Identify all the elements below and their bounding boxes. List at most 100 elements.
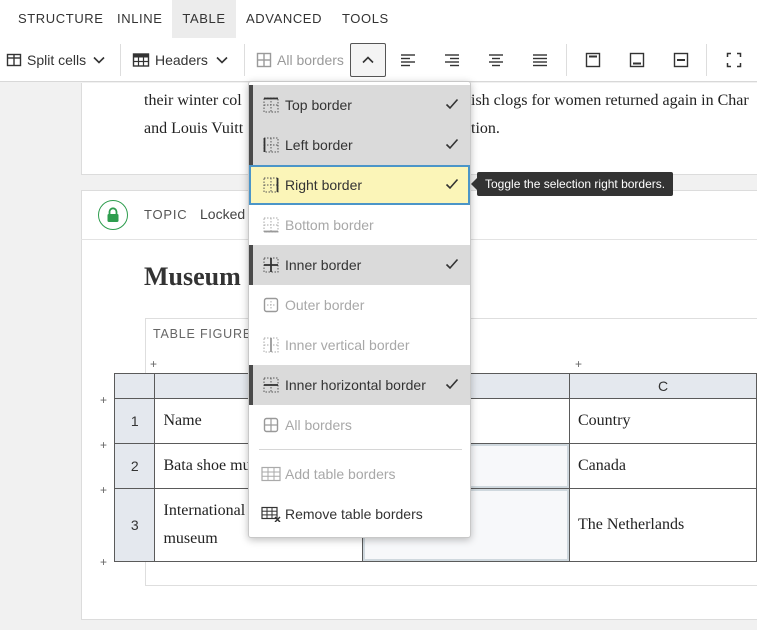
headers-button[interactable]: Headers (132, 43, 228, 77)
insert-row-marker[interactable]: + (100, 438, 107, 452)
table-headers-icon (132, 53, 150, 67)
menu-item-right-border[interactable]: Right border (249, 165, 470, 205)
tab-advanced[interactable]: ADVANCED (238, 0, 330, 38)
paragraph-line: their winter col (144, 92, 242, 109)
right-border-icon (263, 177, 279, 193)
row-header[interactable]: 2 (113, 443, 156, 489)
menu-item-label: Add table borders (285, 466, 396, 482)
menu-divider (259, 449, 462, 450)
chevron-down-icon (93, 56, 105, 64)
fullscreen-icon (726, 52, 742, 68)
menu-item-inner-border[interactable]: Inner border (249, 245, 470, 285)
menu-item-label: Outer border (285, 297, 365, 313)
valign-top-icon (585, 52, 601, 68)
insert-row-marker[interactable]: + (100, 393, 107, 407)
menu-item-label: Top border (285, 97, 352, 113)
headers-label: Headers (155, 52, 208, 68)
menu-item-label: Inner vertical border (285, 337, 410, 353)
valign-bottom-button[interactable] (629, 43, 645, 77)
table-cell[interactable]: The Netherlands (569, 488, 757, 562)
menu-item-label: Right border (285, 177, 363, 193)
align-left-icon (401, 54, 415, 67)
valign-middle-button[interactable] (673, 43, 689, 77)
row-header[interactable]: 3 (113, 488, 156, 562)
table-figure-label: TABLE FIGURE (153, 327, 252, 341)
insert-column-marker[interactable]: + (575, 357, 582, 371)
toolbar-divider (120, 44, 121, 76)
split-cells-button[interactable]: Split cells (6, 43, 105, 77)
checkmark-icon (445, 98, 459, 110)
align-center-icon (489, 54, 503, 67)
bottom-border-icon (263, 217, 279, 233)
valign-top-button[interactable] (585, 43, 601, 77)
insert-column-marker[interactable]: + (150, 357, 157, 371)
checkmark-icon (445, 138, 459, 150)
all-borders-label: All borders (277, 52, 344, 68)
justify-button[interactable] (532, 43, 548, 77)
ribbon-tabs: STRUCTURE INLINE TABLE ADVANCED TOOLS (0, 0, 757, 38)
split-cells-icon (6, 53, 22, 67)
cell-text-line: International (163, 502, 246, 519)
outer-border-icon (263, 297, 279, 313)
lock-icon (107, 207, 119, 222)
menu-item-inner-vertical-border[interactable]: Inner vertical border (249, 325, 470, 365)
insert-row-marker[interactable]: + (100, 483, 107, 497)
column-header-c[interactable]: C (569, 373, 757, 399)
menu-item-bottom-border[interactable]: Bottom border (249, 205, 470, 245)
menu-item-outer-border[interactable]: Outer border (249, 285, 470, 325)
chevron-up-icon (362, 56, 374, 64)
borders-menu-toggle-button[interactable] (350, 43, 386, 77)
tab-table[interactable]: TABLE (172, 0, 236, 38)
table-cell[interactable]: Country (569, 398, 757, 444)
menu-item-left-border[interactable]: Left border (249, 125, 470, 165)
align-right-button[interactable] (444, 43, 460, 77)
menu-item-label: Remove table borders (285, 506, 423, 522)
checkmark-icon (445, 178, 459, 190)
all-borders-button[interactable]: All borders (256, 43, 344, 77)
all-borders-icon (256, 52, 272, 68)
menu-item-label: Left border (285, 137, 353, 153)
menu-item-all-borders[interactable]: All borders (249, 405, 470, 445)
menu-item-label: Inner border (285, 257, 362, 273)
paragraph-line: and Louis Vuitt (144, 120, 244, 137)
toolbar-divider (706, 44, 707, 76)
menu-item-inner-horizontal-border[interactable]: Inner horizontal border (249, 365, 470, 405)
tab-structure[interactable]: STRUCTURE (10, 0, 112, 38)
add-table-borders-icon (261, 466, 281, 482)
menu-item-label: Inner horizontal border (285, 377, 426, 393)
menu-item-add-table-borders[interactable]: Add table borders (249, 454, 470, 494)
tab-tools[interactable]: TOOLS (334, 0, 397, 38)
paragraph-line: tion. (471, 120, 500, 137)
paragraph-line: ish clogs for women returned again in Ch… (471, 92, 749, 109)
align-left-button[interactable] (400, 43, 416, 77)
valign-bottom-icon (629, 52, 645, 68)
tab-inline[interactable]: INLINE (109, 0, 171, 38)
inner-border-icon (263, 257, 279, 273)
checkmark-icon (445, 378, 459, 390)
row-header[interactable]: 1 (113, 398, 156, 444)
align-center-button[interactable] (488, 43, 504, 77)
split-cells-label: Split cells (27, 52, 87, 68)
valign-middle-icon (673, 52, 689, 68)
topic-type-label: TOPIC (144, 207, 188, 222)
toolbar-divider (566, 44, 567, 76)
left-border-icon (263, 137, 279, 153)
menu-item-label: All borders (285, 417, 352, 433)
justify-icon (533, 54, 547, 67)
all-borders-icon (263, 417, 279, 433)
fullscreen-button[interactable] (726, 43, 742, 77)
inner-horizontal-border-icon (263, 377, 279, 393)
tooltip: Toggle the selection right borders. (470, 172, 674, 196)
table-cell[interactable]: Canada (569, 443, 757, 489)
table-corner-cell[interactable] (113, 373, 156, 399)
toolbar: Split cells Headers All borders (0, 38, 757, 82)
insert-row-marker[interactable]: + (100, 555, 107, 569)
inner-vertical-border-icon (263, 337, 279, 353)
menu-item-remove-table-borders[interactable]: Remove table borders (249, 494, 470, 534)
borders-dropdown-menu: Top border Left border Right border Bott… (248, 81, 471, 538)
topic-title[interactable]: Museum (144, 262, 241, 292)
lock-status-button[interactable] (98, 200, 128, 230)
locked-status-label: Locked (200, 206, 246, 222)
menu-item-top-border[interactable]: Top border (249, 85, 470, 125)
chevron-down-icon (216, 56, 228, 64)
